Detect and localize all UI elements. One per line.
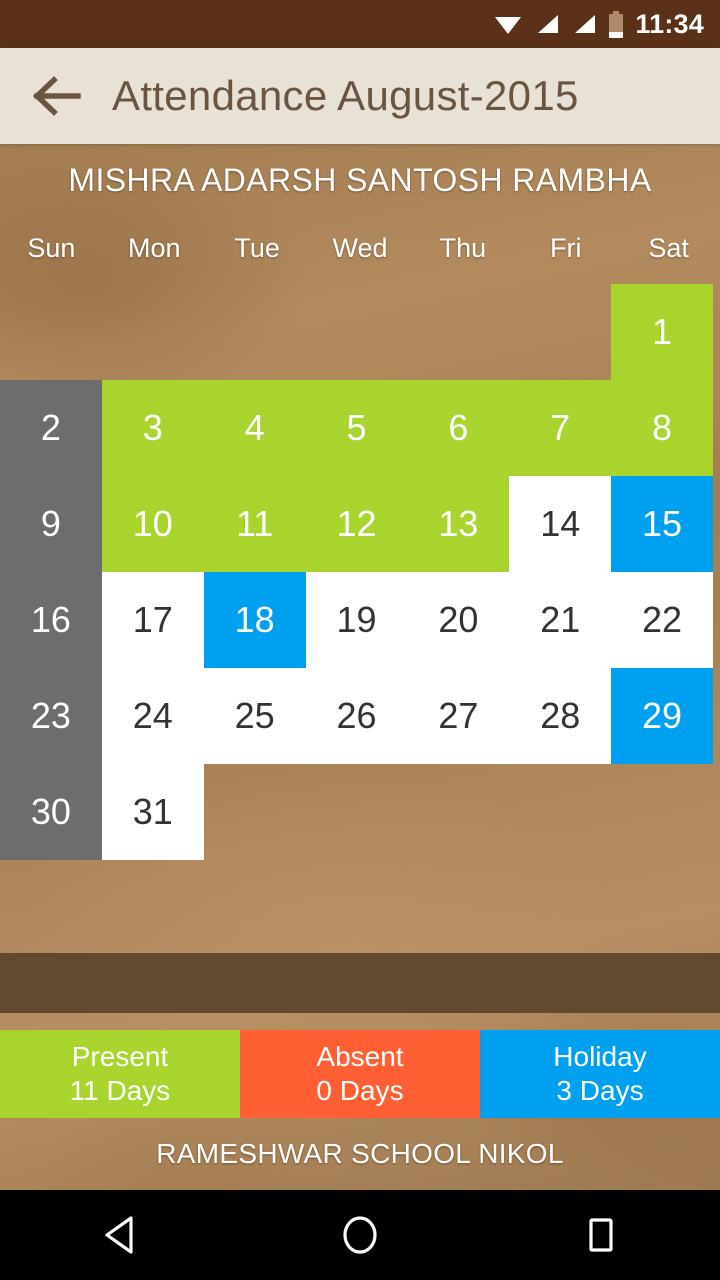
calendar-day-cell[interactable]: 25: [203, 668, 306, 764]
weekday-header: Sun Mon Tue Wed Thu Fri Sat: [0, 216, 720, 280]
calendar-day-cell[interactable]: 1: [611, 284, 713, 380]
calendar-day-cell[interactable]: 5: [305, 380, 408, 476]
calendar-cell-empty: [0, 284, 102, 380]
divider-band: [0, 953, 720, 1013]
status-bar-time: 11:34: [635, 8, 704, 39]
calendar-day-cell[interactable]: 22: [611, 572, 713, 668]
weekday-tue: Tue: [234, 232, 280, 263]
calendar-day-cell[interactable]: 7: [509, 380, 612, 476]
calendar-cell-empty: [407, 284, 509, 380]
nav-recents-icon: [589, 1218, 613, 1252]
calendar-day-cell[interactable]: 31: [101, 764, 204, 860]
calendar-cell-empty: [204, 284, 306, 380]
legend-count-present: 11 Days: [69, 1075, 171, 1106]
legend-label-absent: Absent: [316, 1040, 404, 1072]
calendar-day-cell[interactable]: 28: [509, 668, 612, 764]
calendar-day-cell[interactable]: 27: [407, 668, 510, 764]
calendar-day-cell[interactable]: 19: [305, 572, 408, 668]
calendar-day-cell[interactable]: 8: [611, 380, 713, 476]
calendar-day-cell[interactable]: 6: [407, 380, 510, 476]
legend-label-present: Present: [71, 1040, 169, 1072]
calendar-day-cell[interactable]: 14: [509, 476, 612, 572]
calendar-day-cell[interactable]: 4: [203, 380, 306, 476]
calendar-day-cell[interactable]: 26: [305, 668, 408, 764]
nav-home-button[interactable]: [312, 1190, 408, 1280]
calendar-day-cell[interactable]: 16: [0, 572, 102, 668]
weekday-thu: Thu: [439, 232, 487, 263]
school-name: RAMESHWAR SCHOOL NIKOL: [156, 1138, 564, 1169]
legend-bar: Present 11 Days Absent 0 Days Holiday 3 Days: [0, 1030, 720, 1118]
calendar-grid: 1 2 3 4 5 6 7 8 9 10 11 12 13 14 15 16 17 18 19 20 21 22 23 24 2…: [0, 284, 713, 860]
signal-icon: [538, 15, 559, 33]
weekday-sat: Sat: [648, 232, 689, 263]
weekday-wed: Wed: [332, 232, 388, 263]
calendar-day-cell[interactable]: 10: [101, 476, 204, 572]
calendar-day-cell[interactable]: 21: [509, 572, 612, 668]
signal-icon: [575, 15, 596, 33]
calendar-day-cell[interactable]: 11: [203, 476, 306, 572]
calendar-day-cell[interactable]: 2: [0, 380, 102, 476]
calendar-day-cell[interactable]: 20: [407, 572, 510, 668]
nav-back-button[interactable]: [72, 1190, 168, 1280]
nav-home-icon: [343, 1216, 377, 1254]
calendar-cell-empty: [509, 284, 611, 380]
calendar-day-cell[interactable]: 30: [0, 764, 102, 860]
legend-item-absent: Absent 0 Days: [240, 1030, 480, 1118]
app-screen: 11:34 Attendance August-2015 MISHRA ADAR…: [0, 0, 720, 1280]
legend-item-present: Present 11 Days: [0, 1030, 240, 1118]
calendar-cell-empty: [611, 764, 713, 860]
calendar-day-cell[interactable]: 29: [611, 668, 713, 764]
weekday-fri: Fri: [549, 232, 582, 263]
calendar-day-cell[interactable]: 12: [305, 476, 408, 572]
calendar-day-cell[interactable]: 13: [407, 476, 510, 572]
android-nav-bar: [0, 1190, 720, 1280]
calendar-cell-empty: [306, 764, 408, 860]
page-title: Attendance August-2015: [112, 72, 579, 119]
calendar-cell-empty: [306, 284, 408, 380]
calendar-day-cell[interactable]: 24: [101, 668, 204, 764]
calendar-cell-empty: [407, 764, 509, 860]
legend-label-holiday: Holiday: [553, 1040, 647, 1072]
calendar-day-cell[interactable]: 17: [101, 572, 204, 668]
calendar-cell-empty: [509, 764, 611, 860]
legend-count-absent: 0 Days: [316, 1075, 404, 1106]
calendar-day-cell[interactable]: 15: [611, 476, 713, 572]
nav-back-icon: [105, 1216, 133, 1254]
back-button[interactable]: [30, 68, 86, 124]
wifi-icon: [495, 17, 522, 34]
status-bar: 11:34: [0, 0, 720, 48]
student-name: MISHRA ADARSH SANTOSH RAMBHA: [68, 161, 652, 198]
weekday-mon: Mon: [128, 232, 181, 263]
back-arrow-icon: [32, 76, 81, 116]
calendar-cell-empty: [204, 764, 306, 860]
nav-recents-button[interactable]: [552, 1190, 648, 1280]
legend-count-holiday: 3 Days: [556, 1075, 644, 1106]
calendar-cell-empty: [102, 284, 204, 380]
calendar-day-cell[interactable]: 9: [0, 476, 102, 572]
legend-item-holiday: Holiday 3 Days: [480, 1030, 720, 1118]
weekday-sun: Sun: [27, 232, 76, 263]
battery-icon: [609, 10, 624, 38]
calendar-day-cell[interactable]: 23: [0, 668, 102, 764]
app-bar: Attendance August-2015: [0, 48, 720, 144]
calendar-day-cell[interactable]: 3: [101, 380, 204, 476]
calendar-day-cell[interactable]: 18: [203, 572, 306, 668]
